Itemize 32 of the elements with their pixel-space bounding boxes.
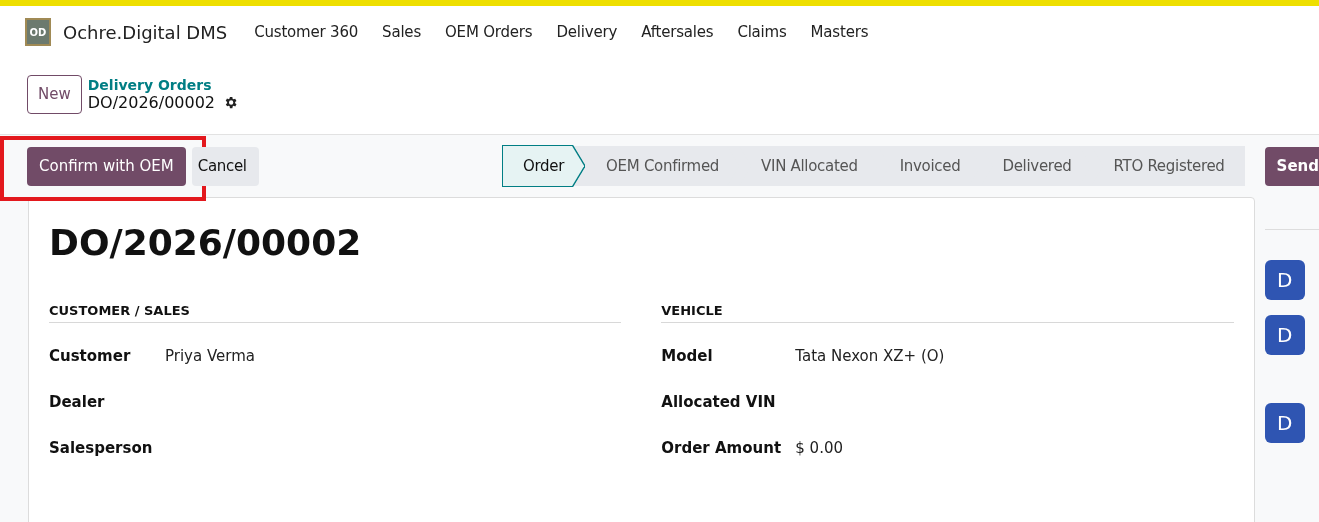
- menu-item[interactable]: Masters: [810, 23, 869, 41]
- field-label: Customer: [49, 347, 132, 365]
- group-heading: CUSTOMER / SALES: [49, 303, 622, 323]
- avatar: D: [1264, 403, 1305, 443]
- field-value[interactable]: $ 0.00: [795, 439, 843, 457]
- menu-item[interactable]: Aftersales: [641, 23, 714, 41]
- field-value[interactable]: Tata Nexon XZ+ (O): [795, 347, 945, 365]
- menu-item[interactable]: OEM Orders: [445, 23, 533, 41]
- send-button[interactable]: Send: [1264, 146, 1319, 186]
- menu-item[interactable]: Claims: [737, 23, 787, 41]
- new-button[interactable]: New: [27, 74, 82, 114]
- action-button[interactable]: Cancel: [191, 146, 259, 186]
- menu-item[interactable]: Sales: [382, 23, 421, 41]
- group-heading: VEHICLE: [661, 303, 1234, 323]
- field-label: Order Amount: [661, 439, 783, 457]
- avatar: D: [1264, 260, 1305, 300]
- field-label: Model: [661, 347, 714, 365]
- avatar: D: [1264, 315, 1305, 355]
- menu-item[interactable]: Delivery: [556, 23, 618, 41]
- action-button[interactable]: Confirm with OEM: [27, 146, 186, 186]
- record-name: DO/2026/00002: [87, 92, 216, 112]
- settings-icon[interactable]: [223, 94, 239, 110]
- app-name[interactable]: Ochre.Digital DMS: [63, 21, 228, 43]
- status-stage[interactable]: Order: [502, 146, 585, 186]
- field-label: Dealer: [49, 393, 106, 411]
- record-title: DO/2026/00002: [49, 222, 363, 263]
- menu-item[interactable]: Customer 360: [254, 23, 359, 41]
- field-value[interactable]: Priya Verma: [165, 347, 255, 365]
- field-label: Salesperson: [49, 439, 154, 457]
- app-logo-icon[interactable]: OD: [25, 18, 51, 46]
- breadcrumb-link[interactable]: Delivery Orders: [87, 76, 239, 93]
- field-label: Allocated VIN: [661, 393, 777, 411]
